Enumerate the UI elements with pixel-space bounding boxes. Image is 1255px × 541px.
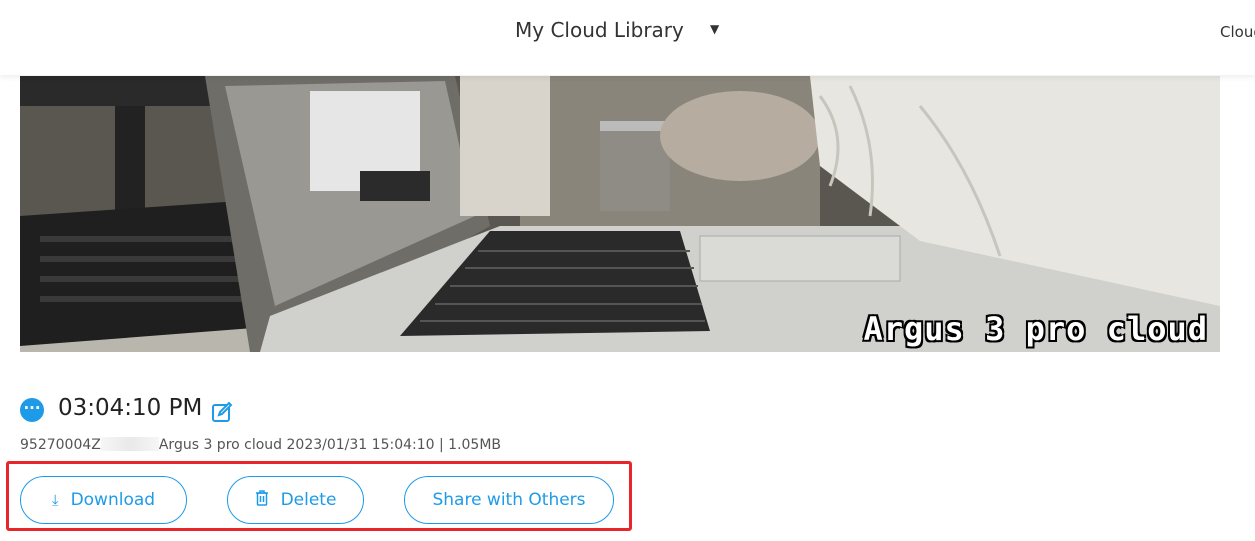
delete-label: Delete [280,490,337,510]
share-label: Share with Others [432,490,586,510]
caret-down-icon[interactable]: ▼ [710,22,719,36]
edit-icon[interactable] [211,401,233,427]
download-icon: ⤓ [51,491,59,509]
clip-time: 03:04:10 PM [58,395,203,421]
camera-watermark: Argus 3 pro cloud [863,310,1208,348]
clip-meta: 95270004Z Argus 3 pro cloud 2023/01/31 15… [20,437,501,453]
share-button[interactable]: Share with Others [404,476,614,524]
more-icon[interactable]: ··· [20,398,44,422]
trash-icon [255,490,269,510]
delete-button[interactable]: Delete [227,476,364,524]
cloud-menu-label[interactable]: Cloud [1220,23,1255,41]
video-thumbnail[interactable]: Argus 3 pro cloud [20,76,1220,352]
top-bar: My Cloud Library ▼ Cloud [0,0,1255,75]
download-label: Download [70,490,156,510]
download-button[interactable]: ⤓ Download [20,476,187,524]
redacted-blur [100,437,159,451]
clip-details: Argus 3 pro cloud 2023/01/31 15:04:10 | … [158,437,502,453]
device-id: 95270004Z [20,437,101,453]
library-title[interactable]: My Cloud Library [515,18,684,42]
